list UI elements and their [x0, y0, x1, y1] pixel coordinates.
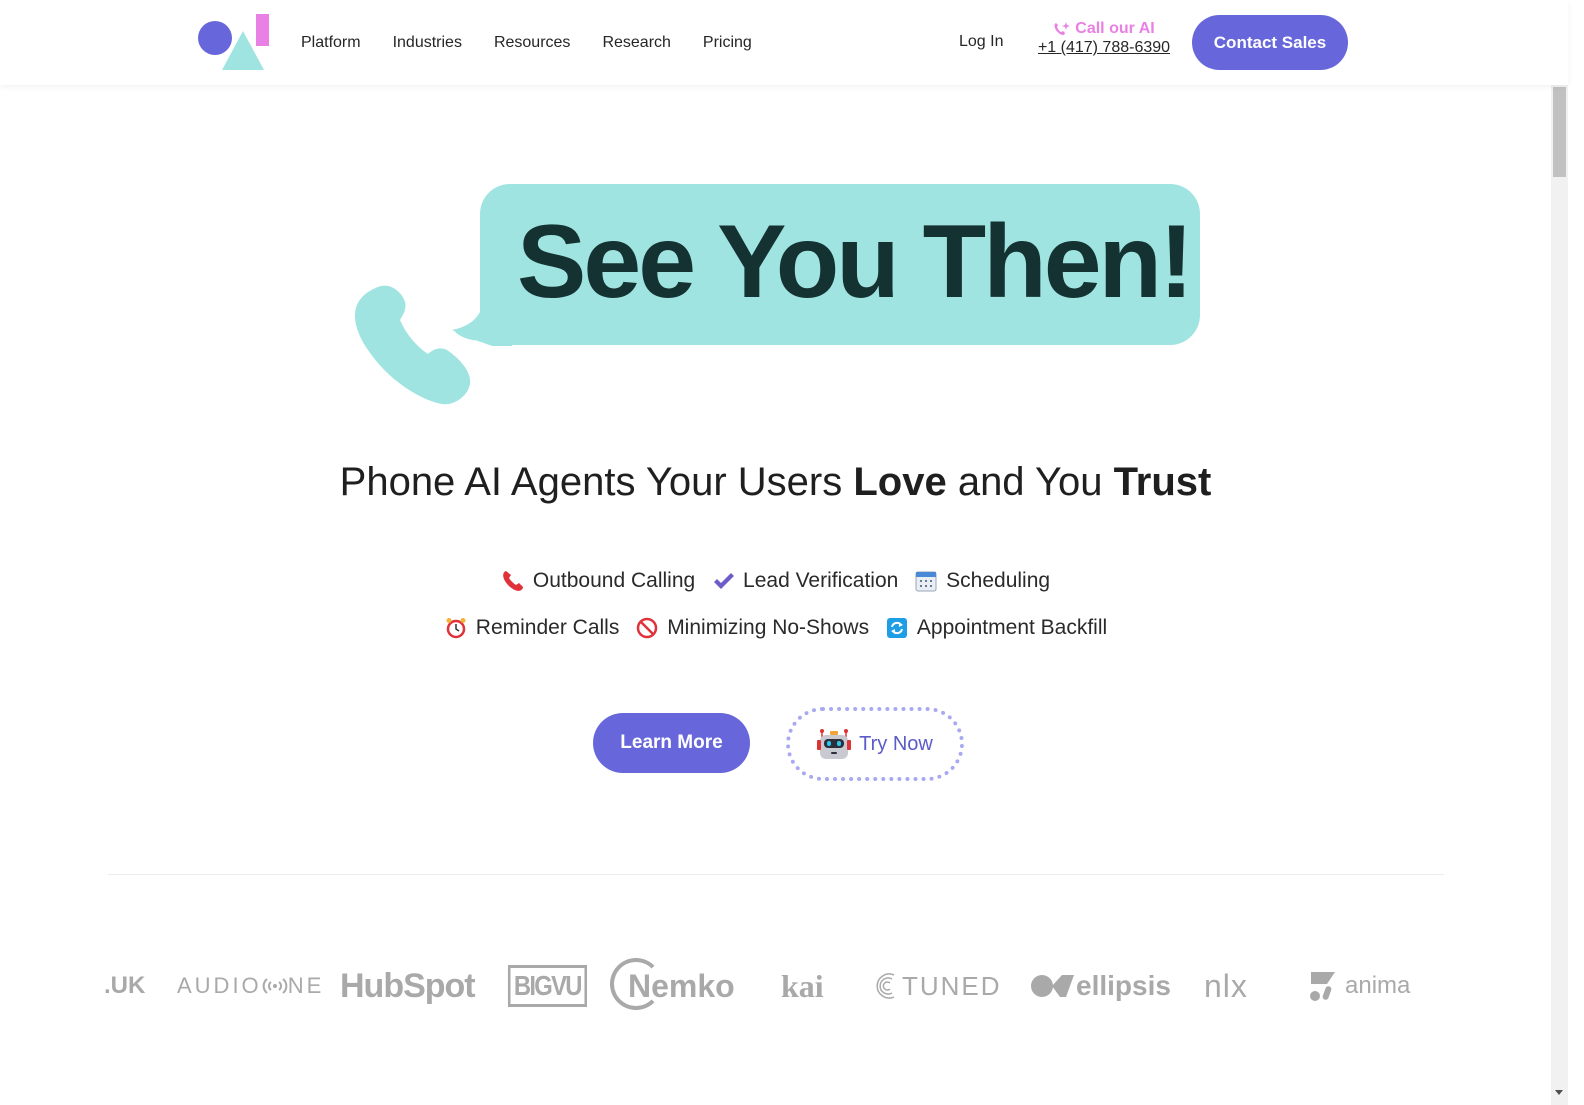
logo-bigvu: BIGVU — [501, 950, 594, 1022]
logo-anima-text: anima — [1345, 972, 1411, 999]
telephone-receiver-icon — [501, 569, 525, 593]
logo-ellipsis: ellipsis — [1030, 950, 1171, 1022]
ellipsis-mark-icon — [1031, 975, 1074, 997]
check-mark-icon — [711, 569, 735, 593]
call-our-ai-label-row: Call our AI — [1037, 20, 1171, 38]
try-now-content: Try Now — [817, 728, 933, 760]
logo-audioone: AUDIO NE — [177, 950, 324, 1022]
calendar-icon — [914, 569, 938, 593]
nav-resources[interactable]: Resources — [494, 34, 570, 52]
tagline-bold-trust: Trust — [1113, 460, 1212, 504]
bubble-tail — [452, 302, 512, 346]
logo-bigvu-text: BIGVU — [507, 965, 587, 1007]
logo-audioone-text-a: AUDIO — [177, 973, 262, 998]
logo-audioone-text-b: NE — [287, 973, 325, 998]
feature-label: Outbound Calling — [532, 569, 696, 592]
logo-hubspot: HubSpot — [340, 950, 476, 1022]
sparkle-phone-icon — [1054, 22, 1071, 35]
logo-kai-text: kai — [781, 967, 824, 1004]
scroll-down-arrow-icon[interactable] — [1555, 1090, 1563, 1095]
nav-platform[interactable]: Platform — [301, 34, 361, 52]
site-header: Platform Industries Resources Research P… — [0, 0, 1568, 85]
logo-tuned-text: TUNED — [902, 970, 1002, 1001]
feature-list-row-2: Reminder Calls Minimizing No-Shows Appoi… — [0, 616, 1551, 645]
robot-icon — [817, 729, 852, 759]
logo-hubspot-text: HubSpot — [340, 966, 476, 1005]
feature-item: Reminder Calls — [444, 616, 620, 640]
logo-anima: anima — [1309, 950, 1410, 1022]
logo-uk: .UK — [104, 950, 145, 1022]
try-now-label: Try Now — [859, 732, 933, 755]
nav-pricing[interactable]: Pricing — [703, 34, 752, 52]
call-our-ai[interactable]: Call our AI +1 (417) 788-6390 — [1037, 20, 1171, 57]
feature-item: Scheduling — [914, 569, 1050, 593]
feature-list-row-1: Outbound Calling Lead Verification Sched… — [0, 569, 1551, 598]
nav-research[interactable]: Research — [602, 34, 670, 52]
feature-item: Outbound Calling — [501, 569, 695, 593]
learn-more-button[interactable]: Learn More — [593, 713, 750, 773]
alarm-clock-icon — [444, 616, 468, 640]
scrollbar[interactable] — [1551, 85, 1568, 1105]
login-link[interactable]: Log In — [959, 33, 1003, 51]
feature-label: Minimizing No-Shows — [667, 616, 870, 639]
feature-item: Minimizing No-Shows — [635, 616, 869, 640]
hero-graphic: See You Then! — [350, 184, 1202, 406]
nav-industries[interactable]: Industries — [393, 34, 462, 52]
logo-nemko: Nemko — [610, 950, 735, 1022]
feature-item: Appointment Backfill — [885, 616, 1107, 640]
audio-wave-icon — [262, 978, 287, 994]
section-divider — [108, 874, 1444, 875]
call-our-ai-label: Call our AI — [1075, 20, 1155, 37]
logo-tuned: TUNED — [872, 950, 1002, 1022]
feature-item: Lead Verification — [711, 569, 898, 593]
tagline-part-2: and You — [946, 460, 1114, 504]
try-now-button[interactable]: Try Now — [786, 707, 964, 781]
customer-logos-strip: .UK AUDIO NE HubSpot BIGVU Nemko kai TUN… — [104, 950, 1444, 1022]
hero-headline: See You Then! — [517, 204, 1194, 320]
contact-sales-button[interactable]: Contact Sales — [1192, 15, 1348, 70]
logo-ellipsis-text: ellipsis — [1076, 970, 1171, 1001]
refresh-arrows-icon — [885, 616, 909, 640]
brand-logo[interactable] — [198, 13, 272, 73]
main-nav: Platform Industries Resources Research P… — [301, 0, 784, 85]
feature-label: Appointment Backfill — [916, 616, 1108, 639]
prohibited-icon — [635, 616, 659, 640]
logo-uk-text: .UK — [104, 972, 146, 999]
speech-bubble: See You Then! — [452, 184, 1200, 346]
hero-tagline: Phone AI Agents Your Users Love and You … — [0, 460, 1551, 505]
logo-nlx: nlx — [1204, 950, 1248, 1022]
feature-label: Scheduling — [946, 569, 1051, 592]
tagline-bold-love: Love — [853, 460, 947, 504]
scrollbar-thumb[interactable] — [1553, 87, 1566, 177]
call-phone-number[interactable]: +1 (417) 788-6390 — [1037, 39, 1171, 57]
feature-label: Lead Verification — [743, 569, 899, 592]
anima-mark-icon — [1310, 972, 1335, 1001]
tuned-wave-icon — [876, 973, 895, 999]
tagline-part-1: Phone AI Agents Your Users — [339, 460, 854, 504]
logo-kai: kai — [781, 950, 824, 1022]
logo-nlx-text: nlx — [1204, 967, 1248, 1004]
feature-label: Reminder Calls — [475, 616, 620, 639]
